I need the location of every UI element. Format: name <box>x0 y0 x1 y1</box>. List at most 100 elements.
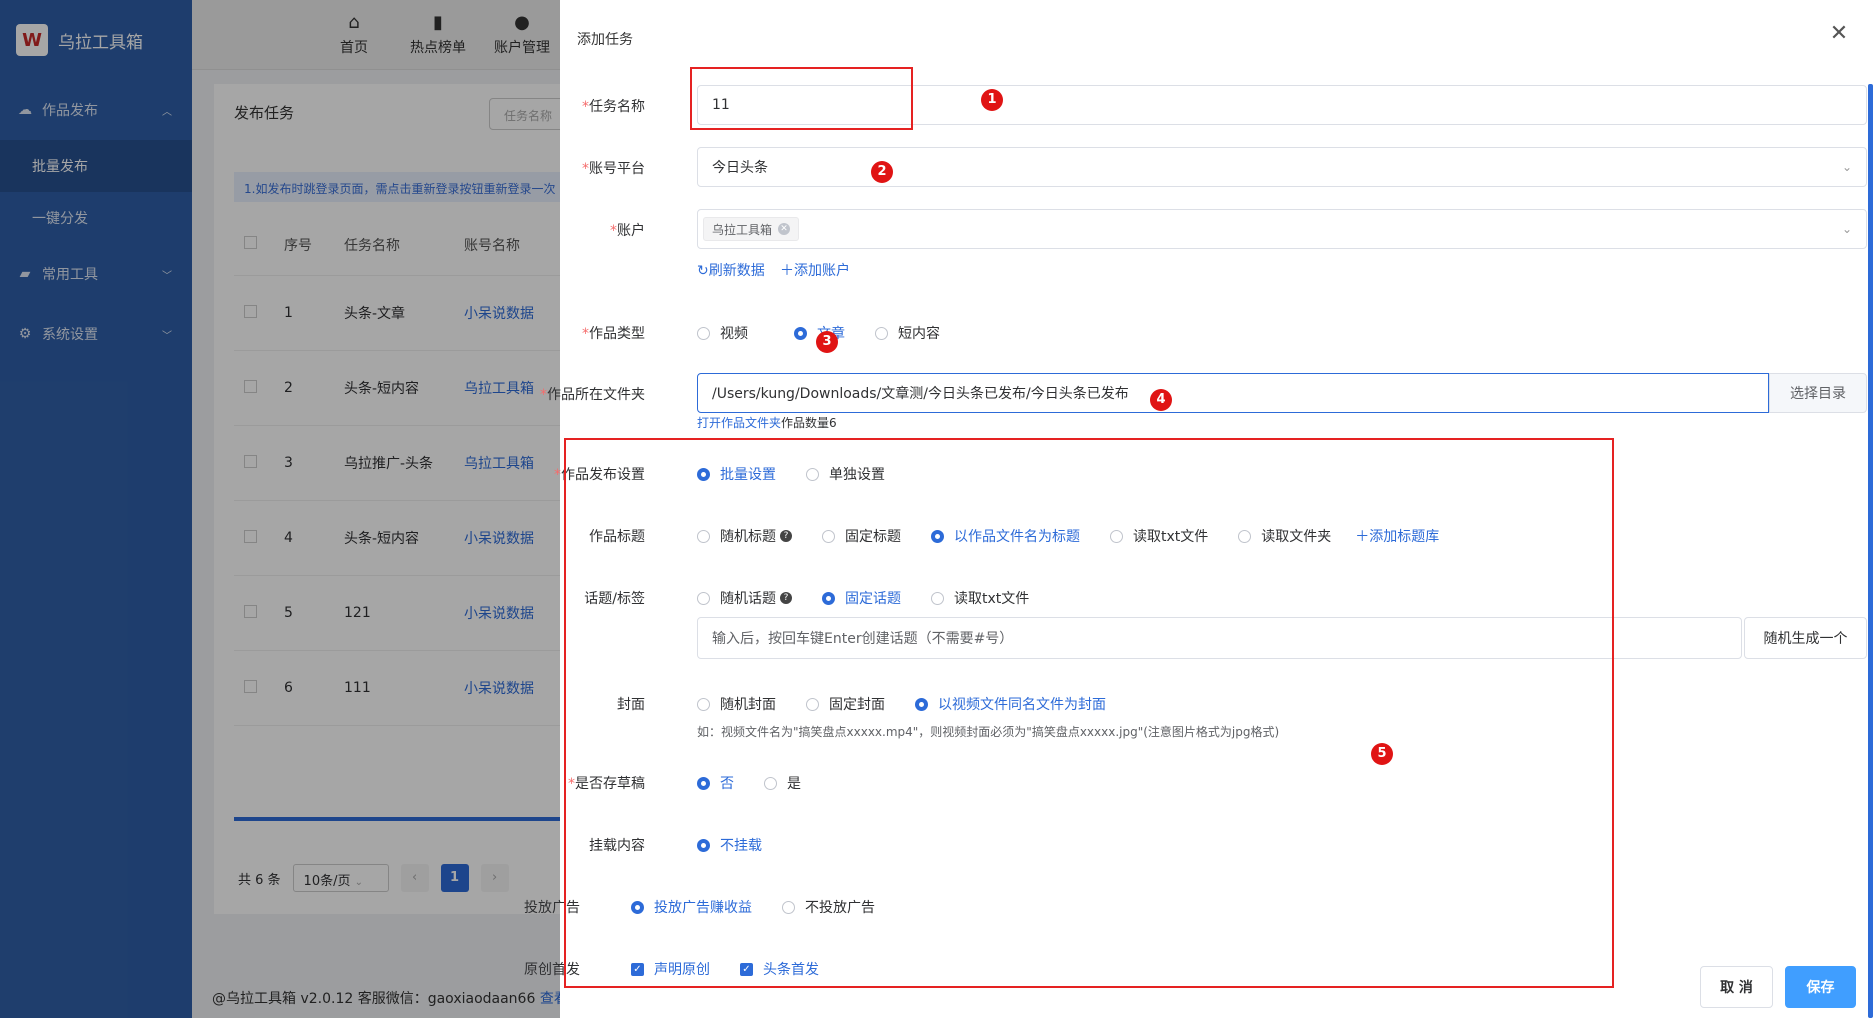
add-account-link[interactable]: ＋添加账户 <box>780 260 850 280</box>
tag-close-icon[interactable]: ✕ <box>778 223 791 235</box>
original-checkbox-group: ✓ 声明原创 ✓ 头条首发 <box>631 959 819 979</box>
radio-option[interactable]: 否 <box>697 773 734 793</box>
account-label-text: 账户 <box>617 223 645 239</box>
help-icon[interactable]: ? <box>780 530 792 542</box>
account-select[interactable]: 乌拉工具箱 ✕ ⌄ <box>697 209 1867 249</box>
radio-option[interactable]: 固定话题 <box>822 588 901 608</box>
platform-label: *账号平台 <box>582 161 645 177</box>
radio-option[interactable]: 随机标题? <box>697 526 792 546</box>
checkbox-option[interactable]: ✓ 声明原创 <box>631 959 710 979</box>
checkbox-checked-icon: ✓ <box>740 962 753 976</box>
draft-label: *是否存草稿 <box>568 776 645 792</box>
radio-option[interactable]: 固定封面 <box>806 694 885 714</box>
close-icon[interactable]: ✕ <box>1827 22 1851 46</box>
checkbox-label: 声明原创 <box>654 962 710 978</box>
radio-checked-icon <box>822 591 835 605</box>
draft-label-text: 是否存草稿 <box>575 776 645 792</box>
annotation-marker-5: 5 <box>1371 743 1393 765</box>
refresh-icon: ↻ <box>697 263 709 279</box>
radio-option[interactable]: 以视频文件同名文件为封面 <box>915 694 1106 714</box>
topic-input[interactable]: 输入后，按回车键Enter创建话题（不需要#号） <box>697 617 1742 659</box>
save-button[interactable]: 保存 <box>1785 966 1856 1008</box>
account-tag: 乌拉工具箱 ✕ <box>703 217 800 241</box>
radio-label: 否 <box>720 776 734 792</box>
radio-option[interactable]: 批量设置 <box>697 464 776 484</box>
radio-option[interactable]: 投放广告赚收益 <box>631 897 752 917</box>
add-task-drawer: 添加任务 ✕ *任务名称 11 *账号平台 今日头条 ⌄ *账户 乌拉工具箱 ✕ ⌄… <box>524 0 1873 1018</box>
random-generate-button[interactable]: 随机生成一个 <box>1744 617 1867 659</box>
help-icon[interactable]: ? <box>780 592 792 604</box>
radio-unchecked-icon <box>931 591 944 605</box>
account-tag-label: 乌拉工具箱 <box>712 222 773 237</box>
work-count: 作品数量6 <box>781 416 837 430</box>
radio-option[interactable]: 以作品文件名为标题 <box>931 526 1080 546</box>
radio-option[interactable]: 随机话题? <box>697 588 792 608</box>
radio-label: 固定话题 <box>845 591 901 607</box>
radio-label: 短内容 <box>898 326 940 342</box>
radio-label: 固定标题 <box>845 529 901 545</box>
mount-label: 挂载内容 <box>589 838 645 854</box>
radio-label: 以视频文件同名文件为封面 <box>938 697 1106 713</box>
publish-setting-label: *作品发布设置 <box>554 467 645 483</box>
cover-hint: 如：视频文件名为"搞笑盘点xxxxx.mp4"，则视频封面必须为"搞笑盘点xxx… <box>697 725 1280 739</box>
platform-value: 今日头条 <box>712 160 768 176</box>
task-name-value: 11 <box>712 97 730 113</box>
radio-option[interactable]: 固定标题 <box>822 526 901 546</box>
radio-unchecked-icon <box>697 697 710 711</box>
mount-radio-group: 不挂载 <box>697 835 762 855</box>
radio-label: 视频 <box>720 326 748 342</box>
add-account-text: 添加账户 <box>794 263 850 279</box>
radio-checked-icon <box>631 900 644 914</box>
radio-option[interactable]: 短内容 <box>875 323 940 343</box>
chevron-down-icon: ⌄ <box>1841 222 1852 236</box>
task-name-input[interactable]: 11 <box>697 85 1867 125</box>
radio-unchecked-icon <box>782 900 795 914</box>
add-title-library-link[interactable]: ＋添加标题库 <box>1355 526 1439 546</box>
topic-radio-group: 随机话题? 固定话题 读取txt文件 <box>697 588 1029 608</box>
choose-folder-button[interactable]: 选择目录 <box>1769 373 1867 413</box>
drawer-scrollbar[interactable] <box>1868 84 1873 1018</box>
annotation-marker-2: 2 <box>871 161 893 183</box>
radio-unchecked-icon <box>1238 529 1252 543</box>
radio-option[interactable]: 读取文件夹 <box>1238 526 1331 546</box>
radio-unchecked-icon <box>697 326 710 340</box>
publish-setting-label-text: 作品发布设置 <box>561 467 645 483</box>
radio-checked-icon <box>794 326 807 340</box>
cover-label: 封面 <box>617 697 645 713</box>
folder-path-value: /Users/kung/Downloads/文章测/今日头条已发布/今日头条已发… <box>712 386 1129 402</box>
radio-label: 单独设置 <box>829 467 885 483</box>
radio-label: 固定封面 <box>829 697 885 713</box>
checkbox-option[interactable]: ✓ 头条首发 <box>740 959 819 979</box>
folder-info: 打开作品文件夹作品数量6 <box>697 414 837 431</box>
topic-placeholder: 输入后，按回车键Enter创建话题（不需要#号） <box>712 631 1014 647</box>
radio-option[interactable]: 单独设置 <box>806 464 885 484</box>
radio-label: 批量设置 <box>720 467 776 483</box>
annotation-marker-1: 1 <box>981 89 1003 111</box>
radio-checked-icon <box>697 838 710 852</box>
radio-unchecked-icon <box>806 697 819 711</box>
radio-checked-icon <box>697 467 710 481</box>
platform-label-text: 账号平台 <box>589 161 645 177</box>
radio-option[interactable]: 随机封面 <box>697 694 776 714</box>
radio-option[interactable]: 视频 <box>697 323 748 343</box>
radio-unchecked-icon <box>697 591 710 605</box>
cancel-button[interactable]: 取 消 <box>1700 966 1773 1008</box>
radio-option[interactable]: 是 <box>764 773 801 793</box>
ads-label: 投放广告 <box>524 900 580 916</box>
radio-option[interactable]: 不投放广告 <box>782 897 875 917</box>
radio-option[interactable]: 读取txt文件 <box>931 588 1029 608</box>
refresh-data-text: 刷新数据 <box>708 263 765 279</box>
radio-option[interactable]: 读取txt文件 <box>1110 526 1208 546</box>
plus-icon: ＋ <box>1355 529 1370 545</box>
radio-option[interactable]: 不挂载 <box>697 835 762 855</box>
folder-path-input[interactable]: /Users/kung/Downloads/文章测/今日头条已发布/今日头条已发… <box>697 373 1769 413</box>
task-name-label: *任务名称 <box>582 99 645 115</box>
account-label: *账户 <box>610 223 645 239</box>
annotation-marker-3: 3 <box>816 331 838 353</box>
refresh-data-link[interactable]: ↻刷新数据 <box>697 260 765 280</box>
radio-label: 读取txt文件 <box>1133 529 1209 545</box>
radio-label: 读取文件夹 <box>1261 529 1332 545</box>
radio-unchecked-icon <box>875 326 888 340</box>
modal-overlay[interactable] <box>0 0 560 1018</box>
open-folder-link[interactable]: 打开作品文件夹 <box>697 416 781 430</box>
